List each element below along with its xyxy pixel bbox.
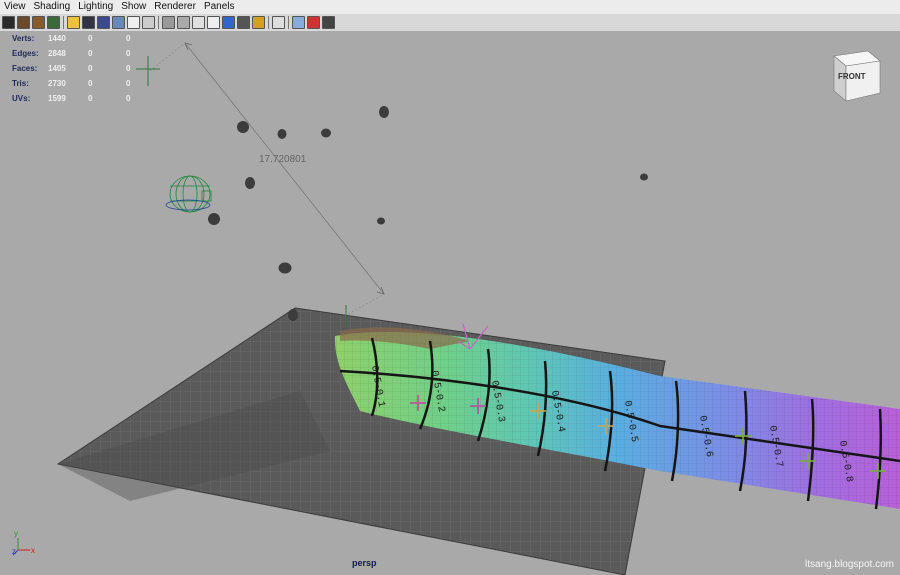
hud-value: 0 [88,49,93,58]
hud-row: Tris: 2730 0 0 [12,76,166,91]
safe-action-icon[interactable] [142,16,155,29]
isolate-select-icon[interactable] [272,16,285,29]
hud-value: 0 [126,49,131,58]
select-camera-icon[interactable] [2,16,15,29]
hud-value: 0 [126,79,131,88]
gate-mask-icon[interactable] [112,16,125,29]
panel-toolbar [0,14,900,32]
poly-count-hud: Verts: 1440 0 0 Edges: 2848 0 0 Faces: 1405 0 0 Tris… [12,31,166,106]
resolution-gate-icon[interactable] [97,16,110,29]
hud-value: 0 [126,94,131,103]
smooth-shade-icon[interactable] [177,16,190,29]
hud-value: 1405 [48,64,66,73]
menu-bar: View Shading Lighting Show Renderer Pane… [0,0,900,14]
hud-icon[interactable] [322,16,335,29]
lights-icon[interactable] [222,16,235,29]
menu-lighting[interactable]: Lighting [78,0,113,14]
axis-y-label: y [14,529,18,538]
hud-value: 1440 [48,34,66,43]
shade-all-icon[interactable] [192,16,205,29]
hud-row: Edges: 2848 0 0 [12,46,166,61]
hud-value: 2848 [48,49,66,58]
axis-x-label: x [31,546,35,555]
hud-value: 1599 [48,94,66,103]
hud-label: Edges: [12,49,39,58]
field-chart-icon[interactable] [127,16,140,29]
hud-label: Verts: [12,34,35,43]
axis-z-label: z [12,547,16,556]
hud-value: 0 [126,64,131,73]
wireframe-icon[interactable] [162,16,175,29]
scene-canvas: 0.5-0.1 0.5-0.2 0.5-0.3 0.5-0.4 0.5-0.5 0.5-0… [12,42,900,575]
camera-name-label: persp [352,558,377,568]
rock-objects[interactable] [208,106,648,321]
toolbar-separator [158,16,159,29]
view-cube-label: FRONT [838,72,866,81]
distance-tool[interactable] [149,42,385,317]
texture-icon[interactable] [207,16,220,29]
view-cube[interactable]: FRONT [833,50,881,102]
hud-value: 0 [88,34,93,43]
menu-shading[interactable]: Shading [34,0,71,14]
hud-label: Tris: [12,79,29,88]
axis-gizmo: x y z [12,529,35,556]
hud-label: UVs: [12,94,31,103]
menu-show[interactable]: Show [121,0,146,14]
watermark: ltsang.blogspot.com [805,559,894,570]
hud-value: 2730 [48,79,66,88]
light-wireframe[interactable] [165,175,212,213]
xray-joints-icon[interactable] [292,16,305,29]
perspective-viewport[interactable]: 0.5-0.1 0.5-0.2 0.5-0.3 0.5-0.4 0.5-0.5 0.5-0… [0,31,900,575]
toolbar-separator [63,16,64,29]
hud-row: Faces: 1405 0 0 [12,61,166,76]
menu-panels[interactable]: Panels [204,0,235,14]
camera-attributes-icon[interactable] [17,16,30,29]
toolbar-separator [288,16,289,29]
hud-row: Verts: 1440 0 0 [12,31,166,46]
distance-readout: 17.720801 [259,154,307,165]
hud-value: 0 [88,79,93,88]
image-plane-icon[interactable] [47,16,60,29]
grid-icon[interactable] [67,16,80,29]
hud-value: 0 [88,64,93,73]
menu-view[interactable]: View [4,0,26,14]
hud-value: 0 [88,94,93,103]
xray-icon[interactable] [252,16,265,29]
hud-value: 0 [126,34,131,43]
xray-active-icon[interactable] [307,16,320,29]
bookmark-icon[interactable] [32,16,45,29]
film-gate-icon[interactable] [82,16,95,29]
shadows-icon[interactable] [237,16,250,29]
hud-label: Faces: [12,64,38,73]
menu-renderer[interactable]: Renderer [154,0,196,14]
toolbar-separator [268,16,269,29]
hud-row: UVs: 1599 0 0 [12,91,166,106]
